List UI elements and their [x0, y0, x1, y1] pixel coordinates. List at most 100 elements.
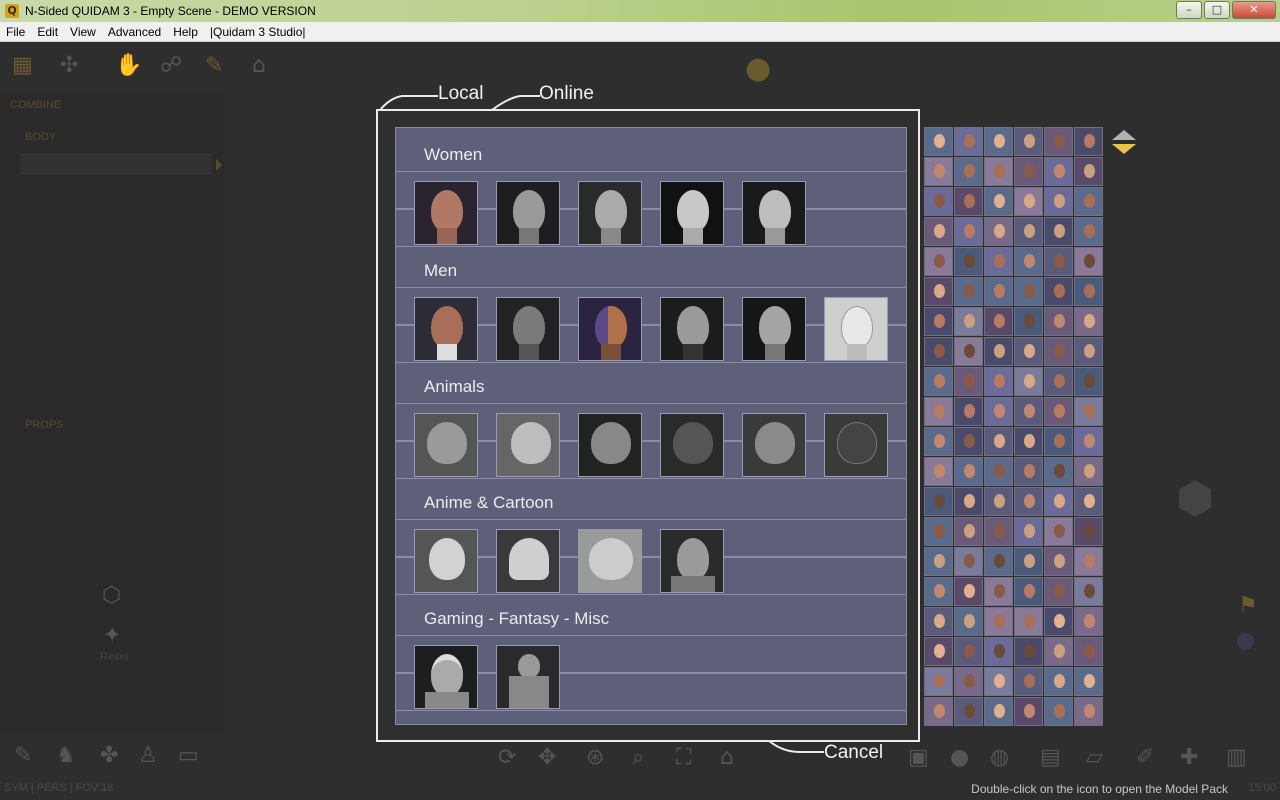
model-pack-thumb[interactable] — [1014, 247, 1043, 276]
model-pack-thumb[interactable] — [1074, 157, 1103, 186]
sphere-icon[interactable]: ● — [1236, 628, 1255, 653]
menu-help[interactable]: Help — [167, 25, 204, 39]
model-pack-thumb[interactable] — [1044, 577, 1073, 606]
model-pack-thumb[interactable] — [954, 667, 983, 696]
model-pack-thumb[interactable] — [1014, 367, 1043, 396]
model-pack-thumb[interactable] — [924, 277, 953, 306]
model-pack-thumb[interactable] — [1014, 337, 1043, 366]
model-pack-thumb[interactable] — [1044, 367, 1073, 396]
model-pack-thumb[interactable] — [954, 457, 983, 486]
menu-edit[interactable]: Edit — [31, 25, 64, 39]
grid-scroll[interactable] — [1112, 128, 1138, 162]
tab-local[interactable]: Local — [438, 83, 483, 105]
model-pack-thumb[interactable] — [924, 667, 953, 696]
cancel-button[interactable]: Cancel — [824, 742, 883, 764]
model-pack-thumb[interactable] — [984, 187, 1013, 216]
model-thumb[interactable] — [414, 181, 478, 245]
model-pack-thumb[interactable] — [1044, 307, 1073, 336]
model-pack-thumb[interactable] — [984, 277, 1013, 306]
reset-figure-icon[interactable]: ✦ — [103, 623, 121, 648]
model-pack-thumb[interactable] — [924, 217, 953, 246]
model-pack-thumb[interactable] — [1074, 607, 1103, 636]
model-pack-thumb[interactable] — [1014, 547, 1043, 576]
model-pack-thumb[interactable] — [1074, 697, 1103, 726]
model-pack-thumb[interactable] — [1014, 427, 1043, 456]
model-pack-thumb[interactable] — [924, 487, 953, 516]
model-pack-thumb[interactable] — [954, 307, 983, 336]
body-tool-icon[interactable]: ✣ — [60, 53, 78, 78]
model-pack-thumb[interactable] — [954, 247, 983, 276]
model-pack-thumb[interactable] — [954, 487, 983, 516]
model-pack-thumb[interactable] — [924, 307, 953, 336]
body-slot[interactable] — [20, 153, 212, 175]
material-sphere-icon[interactable]: ● — [950, 745, 969, 770]
model-pack-thumb[interactable] — [924, 337, 953, 366]
model-pack-thumb[interactable] — [954, 517, 983, 546]
model-pack-thumb[interactable] — [924, 637, 953, 666]
model-pack-thumb[interactable] — [1074, 187, 1103, 216]
model-pack-thumb[interactable] — [1074, 517, 1103, 546]
model-pack-thumb[interactable] — [924, 127, 953, 156]
orbit-tool-icon[interactable]: ⊛ — [586, 745, 604, 770]
model-pack-thumb[interactable] — [1044, 277, 1073, 306]
menu-view[interactable]: View — [64, 25, 102, 39]
model-pack-thumb[interactable] — [1074, 427, 1103, 456]
model-thumb[interactable] — [660, 297, 724, 361]
model-pack-thumb[interactable] — [1074, 457, 1103, 486]
model-pack-thumb[interactable] — [984, 307, 1013, 336]
model-pack-thumb[interactable] — [1044, 427, 1073, 456]
film-icon[interactable]: ▥ — [1226, 745, 1247, 770]
model-pack-thumb[interactable] — [1074, 487, 1103, 516]
model-pack-thumb[interactable] — [1014, 487, 1043, 516]
model-pack-thumb[interactable] — [924, 367, 953, 396]
model-pack-thumb[interactable] — [1074, 547, 1103, 576]
model-pack-thumb[interactable] — [1014, 217, 1043, 246]
model-thumb[interactable] — [414, 529, 478, 593]
model-pack-thumb[interactable] — [954, 277, 983, 306]
frame-tool-icon[interactable]: ⛶ — [676, 745, 691, 770]
model-pack-thumb[interactable] — [954, 397, 983, 426]
model-pack-thumb[interactable] — [984, 337, 1013, 366]
model-pack-thumb[interactable] — [1074, 637, 1103, 666]
minimize-button[interactable]: – — [1176, 1, 1202, 19]
model-thumb[interactable] — [578, 413, 642, 477]
model-pack-thumb[interactable] — [1044, 187, 1073, 216]
model-pack-thumb[interactable] — [924, 427, 953, 456]
model-pack-thumb[interactable] — [1044, 487, 1073, 516]
model-pack-thumb[interactable] — [1044, 637, 1073, 666]
menu-advanced[interactable]: Advanced — [102, 25, 167, 39]
hand-tool-icon[interactable]: ✋ — [115, 53, 142, 78]
model-thumb[interactable] — [414, 645, 478, 709]
model-pack-thumb[interactable] — [1074, 367, 1103, 396]
model-pack-thumb[interactable] — [1014, 637, 1043, 666]
texture-icon[interactable]: ◍ — [990, 745, 1009, 770]
model-thumb[interactable] — [496, 181, 560, 245]
model-pack-thumb[interactable] — [954, 187, 983, 216]
model-pack-thumb[interactable] — [984, 517, 1013, 546]
model-thumb[interactable] — [496, 297, 560, 361]
book-icon[interactable]: ▱ — [1086, 745, 1103, 770]
model-pack-thumb[interactable] — [1074, 307, 1103, 336]
model-pack-thumb[interactable] — [1044, 217, 1073, 246]
model-pack-thumb[interactable] — [1014, 607, 1043, 636]
model-pack-thumb[interactable] — [1044, 157, 1073, 186]
model-pack-thumb[interactable] — [924, 697, 953, 726]
model-pack-thumb[interactable] — [984, 367, 1013, 396]
model-pack-thumb[interactable] — [1074, 277, 1103, 306]
model-pack-thumb[interactable] — [1014, 277, 1043, 306]
model-thumb[interactable] — [496, 529, 560, 593]
home-view-icon[interactable]: ⌂ — [720, 745, 734, 770]
model-pack-thumb[interactable] — [1014, 307, 1043, 336]
model-pack-thumb[interactable] — [984, 697, 1013, 726]
model-thumb[interactable] — [414, 413, 478, 477]
model-pack-thumb[interactable] — [954, 217, 983, 246]
model-pack-thumb[interactable] — [924, 517, 953, 546]
model-thumb[interactable] — [660, 413, 724, 477]
box-icon[interactable]: ▣ — [908, 745, 929, 770]
model-thumb[interactable] — [742, 413, 806, 477]
model-pack-thumb[interactable] — [984, 487, 1013, 516]
view-cube-icon[interactable]: ⬢ — [1176, 473, 1214, 524]
model-pack-thumb[interactable] — [1074, 337, 1103, 366]
model-pack-thumb[interactable] — [1044, 517, 1073, 546]
model-pack-thumb[interactable] — [1074, 397, 1103, 426]
